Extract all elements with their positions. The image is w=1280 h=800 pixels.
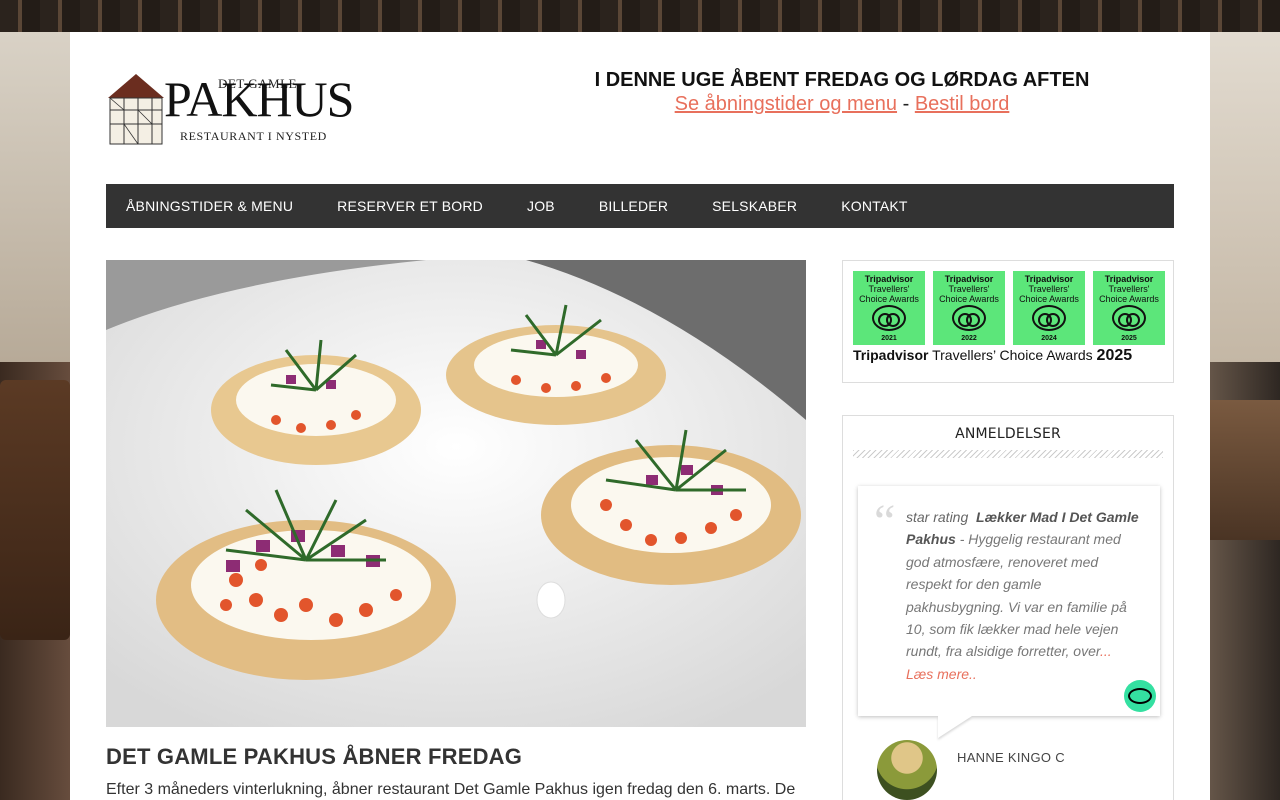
- badge-line: Travellers': [1028, 284, 1070, 294]
- award-badge: Tripadvisor Travellers' Choice Awards 20…: [933, 271, 1005, 345]
- nav-item-reserve[interactable]: RESERVER ET BORD: [317, 184, 505, 228]
- badge-year: 2021: [881, 335, 897, 342]
- badge-line: Choice Awards: [859, 294, 919, 304]
- badge-line: Choice Awards: [939, 294, 999, 304]
- badge-line: Travellers': [868, 284, 910, 294]
- badge-brand: Tripadvisor: [864, 274, 914, 284]
- speech-bubble-tail: [938, 716, 972, 738]
- badge-line: Choice Awards: [1099, 294, 1159, 304]
- post-excerpt: Efter 3 måneders vinterlukning, åbner re…: [106, 781, 796, 798]
- award-badge: Tripadvisor Travellers' Choice Awards 20…: [1013, 271, 1085, 345]
- background-beams: [0, 0, 1280, 32]
- badge-year: 2024: [1041, 335, 1057, 342]
- link-book-table[interactable]: Bestil bord: [915, 93, 1010, 115]
- page-container: DET GAMLE PAKHUS RESTAURANT I NYSTED I D…: [70, 32, 1210, 800]
- badge-year: 2025: [1121, 335, 1137, 342]
- star-rating-icon: star rating: [906, 509, 969, 525]
- badge-brand: Tripadvisor: [1104, 274, 1154, 284]
- tripadvisor-owl-icon: [952, 305, 986, 331]
- badge-line: Travellers': [948, 284, 990, 294]
- logo-subtitle: RESTAURANT I NYSTED: [180, 129, 327, 143]
- main-navigation: ÅBNINGSTIDER & MENU RESERVER ET BORD JOB…: [106, 184, 1174, 228]
- badge-year: 2022: [961, 335, 977, 342]
- tripadvisor-icon[interactable]: [1124, 680, 1156, 712]
- award-caption-brand: Tripadvisor: [853, 347, 929, 363]
- nav-item-parties[interactable]: SELSKABER: [692, 184, 819, 228]
- post-featured-image[interactable]: [106, 260, 806, 727]
- nav-item-opening-hours[interactable]: ÅBNINGSTIDER & MENU: [106, 184, 315, 228]
- award-badges: Tripadvisor Travellers' Choice Awards 20…: [853, 271, 1165, 345]
- reviews-widget: ANMELDELSER “ star rating Lækker Mad I D…: [842, 415, 1174, 800]
- reviewer-name: HANNE KINGO C: [957, 749, 1065, 765]
- tripadvisor-owl-icon: [1032, 305, 1066, 331]
- background-table: [1210, 400, 1280, 540]
- link-opening-hours-menu[interactable]: Se åbningstider og menu: [675, 93, 897, 115]
- tripadvisor-owl-icon: [872, 305, 906, 331]
- announcement-links: Se åbningstider og menu - Bestil bord: [590, 92, 1094, 116]
- tripadvisor-owl-icon: [1112, 305, 1146, 331]
- award-caption: Tripadvisor Travellers’ Choice Awards 20…: [853, 347, 1165, 365]
- house-logo-icon: [108, 74, 164, 145]
- nav-item-contact[interactable]: KONTAKT: [821, 184, 929, 228]
- link-separator: -: [902, 93, 910, 115]
- reviews-widget-title: ANMELDELSER: [955, 426, 1061, 442]
- blinis-food-photo: [106, 260, 806, 727]
- badge-brand: Tripadvisor: [1024, 274, 1074, 284]
- announcement: I DENNE UGE ÅBENT FREDAG OG LØRDAG AFTEN…: [590, 68, 1094, 116]
- site-logo[interactable]: DET GAMLE PAKHUS RESTAURANT I NYSTED: [106, 68, 366, 148]
- award-caption-year: 2025: [1096, 347, 1133, 364]
- logo-pakhus: PAKHUS: [164, 71, 354, 127]
- avatar: [877, 740, 937, 800]
- review-card: “ star rating Lækker Mad I Det Gamle Pak…: [858, 486, 1160, 738]
- tripadvisor-awards-widget[interactable]: Tripadvisor Travellers' Choice Awards 20…: [842, 260, 1174, 383]
- post-title[interactable]: DET GAMLE PAKHUS ÅBNER FREDAG: [106, 744, 522, 770]
- reviewer: HANNE KINGO C: [877, 740, 1065, 800]
- nav-item-photos[interactable]: BILLEDER: [579, 184, 690, 228]
- title-divider: [853, 450, 1163, 458]
- background-left: [0, 32, 70, 362]
- nav-item-job[interactable]: JOB: [507, 184, 577, 228]
- background-right: [1210, 32, 1280, 362]
- review-text: star rating Lækker Mad I Det Gamle Pakhu…: [906, 506, 1142, 685]
- review-body: - Hyggelig restaurant med god atmosfære,…: [906, 531, 1127, 660]
- background-chair: [0, 380, 70, 640]
- award-caption-text: Travellers’ Choice Awards: [932, 347, 1093, 363]
- award-badge: Tripadvisor Travellers' Choice Awards 20…: [853, 271, 925, 345]
- badge-line: Choice Awards: [1019, 294, 1079, 304]
- award-badge: Tripadvisor Travellers' Choice Awards 20…: [1093, 271, 1165, 345]
- badge-line: Travellers': [1108, 284, 1150, 294]
- announcement-headline: I DENNE UGE ÅBENT FREDAG OG LØRDAG AFTEN: [594, 69, 1090, 91]
- quote-icon: “: [874, 495, 896, 548]
- badge-brand: Tripadvisor: [944, 274, 994, 284]
